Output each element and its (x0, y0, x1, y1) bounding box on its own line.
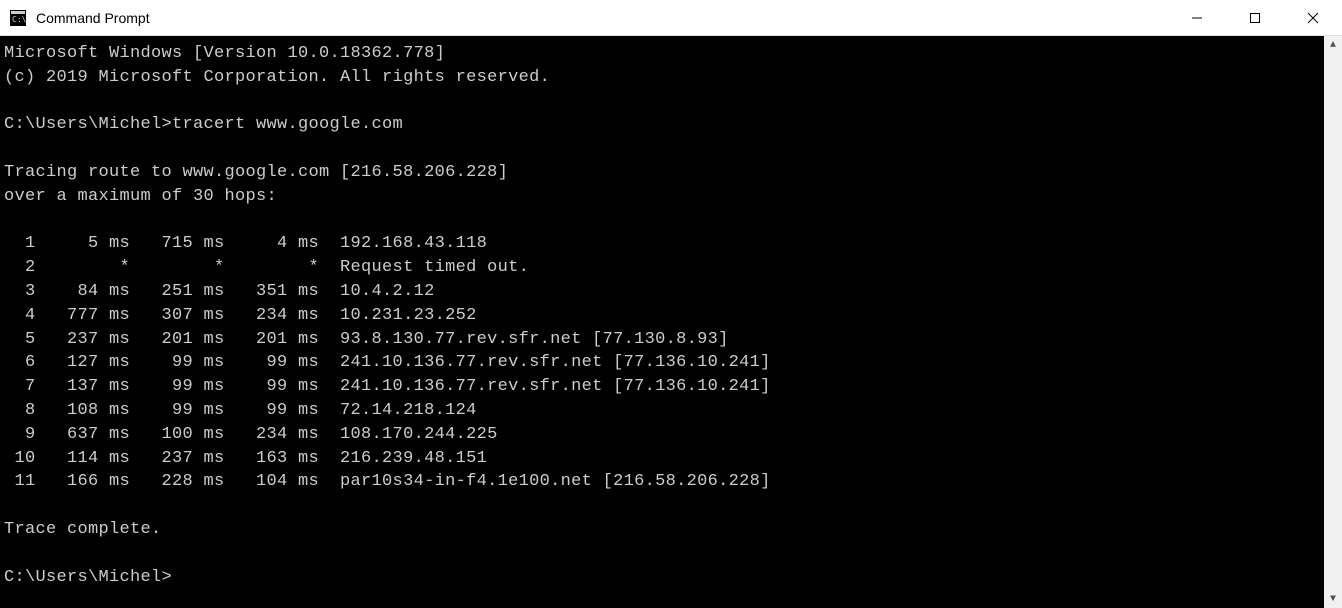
scrollbar[interactable]: ▲ ▼ (1324, 36, 1342, 608)
terminal-output[interactable]: Microsoft Windows [Version 10.0.18362.77… (0, 36, 1324, 608)
titlebar: C:\ Command Prompt (0, 0, 1342, 36)
scroll-down-button[interactable]: ▼ (1324, 590, 1342, 608)
window-title: Command Prompt (36, 10, 1168, 26)
window-controls (1168, 0, 1342, 35)
cmd-icon: C:\ (8, 8, 28, 28)
svg-text:C:\: C:\ (12, 15, 26, 24)
maximize-button[interactable] (1226, 0, 1284, 35)
close-button[interactable] (1284, 0, 1342, 35)
minimize-button[interactable] (1168, 0, 1226, 35)
scroll-up-button[interactable]: ▲ (1324, 36, 1342, 54)
